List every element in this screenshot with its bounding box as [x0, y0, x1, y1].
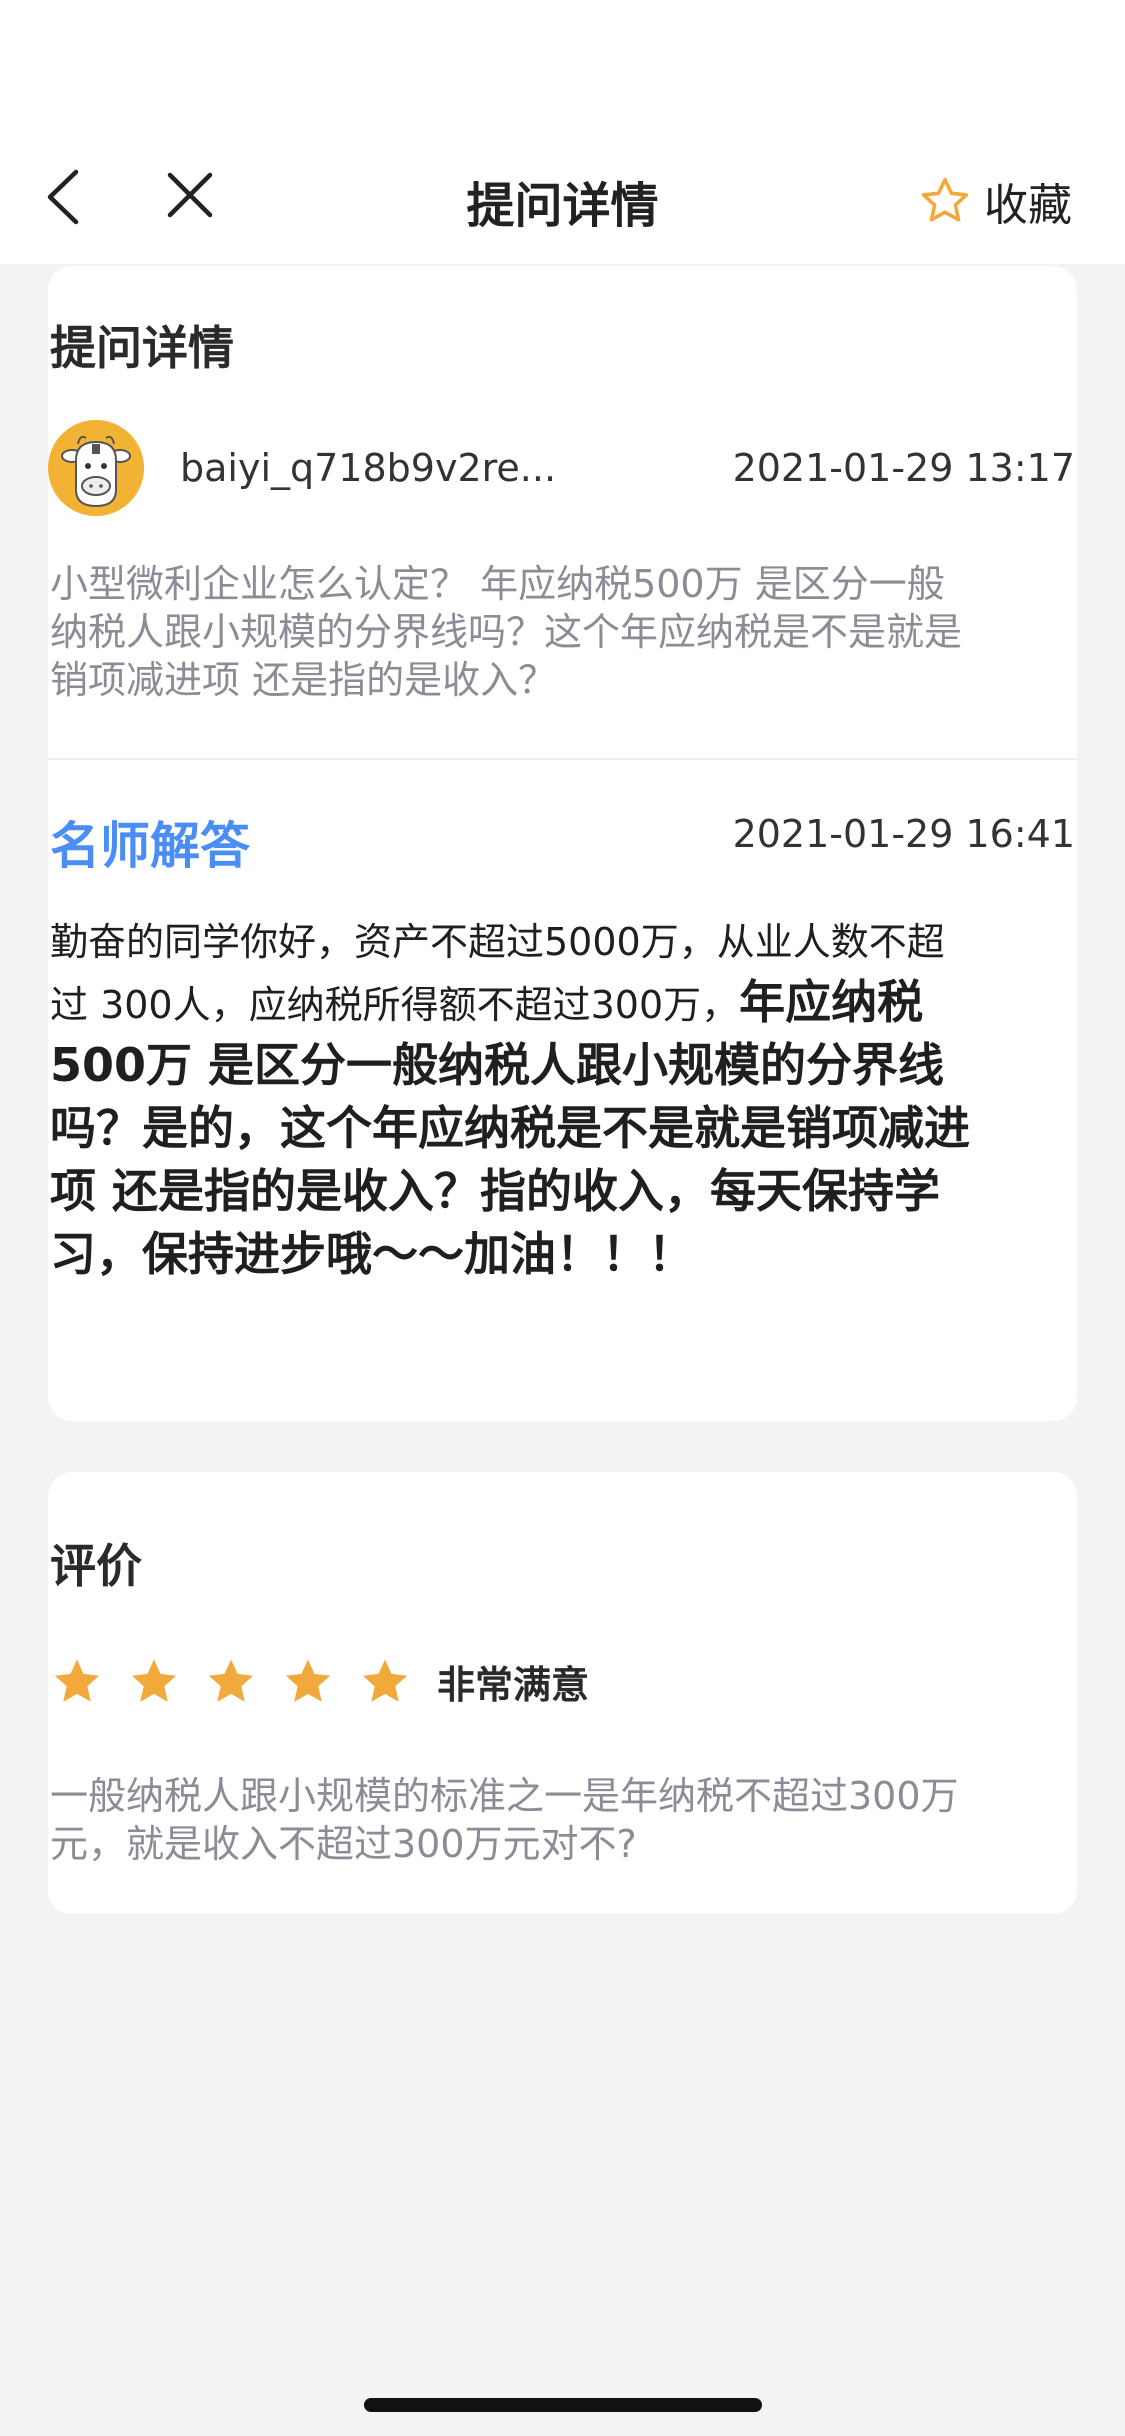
rating-stars: 非常满意	[50, 1654, 589, 1709]
question-text: 小型微利企业怎么认定？ 年应纳税500万 是区分一般纳税人跟小规模的分界线吗？这…	[50, 562, 963, 702]
nav-bar: 提问详情 收藏	[0, 0, 1125, 264]
question-time: 2021-01-29 13:17	[732, 446, 1075, 490]
cow-avatar-icon	[48, 420, 144, 516]
rating-label: 非常满意	[437, 1663, 590, 1707]
username: baiyi_q718b9v2re...	[180, 446, 557, 490]
star-filled-icon	[281, 1655, 335, 1709]
star-filled-icon	[204, 1655, 258, 1709]
rating-comment: 一般纳税人跟小规模的标准之一是年纳税不超过300万元，就是收入不超过300万元对…	[50, 1774, 959, 1866]
home-indicator	[364, 2398, 762, 2412]
star-filled-icon	[127, 1655, 181, 1709]
answer-text: 勤奋的同学你好，资产不超过5000万，从业人数不超过 300人，应纳税所得额不超…	[50, 912, 980, 1287]
close-icon	[167, 172, 213, 218]
favorite-label: 收藏	[984, 180, 1072, 231]
answer-time: 2021-01-29 16:41	[732, 812, 1075, 856]
back-button[interactable]	[28, 150, 98, 240]
answer-section-title: 名师解答	[50, 817, 250, 875]
chevron-left-icon	[47, 169, 79, 225]
rating-section-title: 评价	[50, 1539, 142, 1593]
close-button[interactable]	[150, 150, 230, 240]
avatar[interactable]	[48, 420, 144, 516]
star-filled-icon	[50, 1655, 104, 1709]
question-section-title: 提问详情	[50, 321, 234, 375]
star-outline-icon	[918, 174, 972, 228]
favorite-button[interactable]: 收藏	[918, 166, 1072, 236]
page: 提问详情 收藏 提问详情 baiyi_q718b9v2re... 2021-01…	[0, 0, 1125, 2436]
star-filled-icon	[358, 1655, 412, 1709]
divider	[48, 758, 1077, 760]
